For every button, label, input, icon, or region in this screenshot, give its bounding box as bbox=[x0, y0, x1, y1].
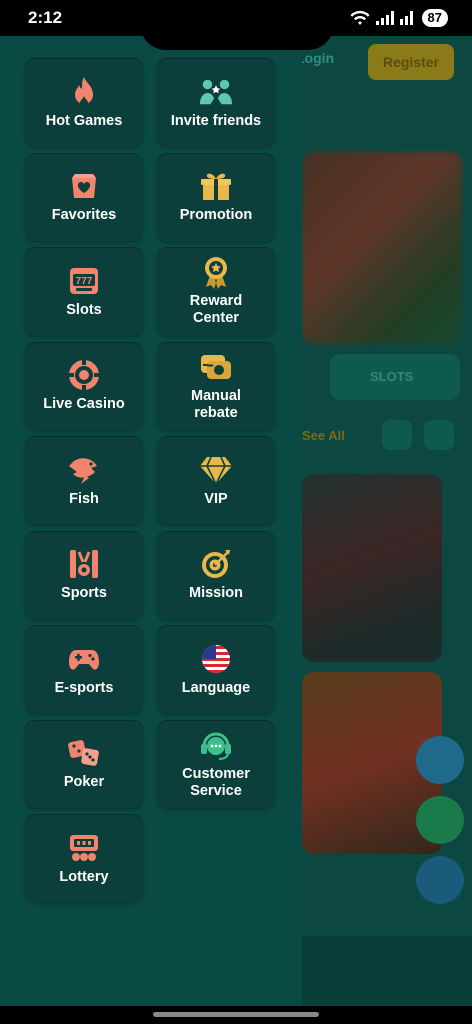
menu-fish[interactable]: Fish bbox=[25, 436, 143, 524]
lottery-icon bbox=[67, 831, 101, 865]
status-icons: 87 bbox=[350, 9, 448, 27]
menu-label: VIP bbox=[204, 490, 228, 507]
battery-badge: 87 bbox=[421, 9, 448, 27]
menu-vip[interactable]: VIP bbox=[157, 436, 275, 524]
shark-icon bbox=[67, 453, 101, 487]
wifi-icon bbox=[350, 10, 370, 25]
home-indicator[interactable] bbox=[153, 1012, 319, 1017]
menu-sports[interactable]: Sports bbox=[25, 530, 143, 619]
menu-customer-service[interactable]: Customer Service bbox=[157, 719, 275, 808]
menu-mission[interactable]: Mission bbox=[157, 530, 275, 619]
casino-chip-icon bbox=[67, 358, 101, 392]
invite-friends-icon bbox=[199, 75, 233, 109]
menu-label: Poker bbox=[63, 774, 105, 790]
whatsapp-button[interactable] bbox=[416, 796, 464, 844]
target-icon bbox=[199, 547, 233, 581]
heart-box-icon bbox=[67, 169, 101, 203]
menu-label: Slots bbox=[66, 301, 102, 318]
menu-e-sports[interactable]: E-sports bbox=[25, 625, 143, 713]
menu-label: Language bbox=[181, 679, 251, 696]
menu-reward-center[interactable]: Reward Center bbox=[157, 247, 275, 335]
menu-poker[interactable]: Poker bbox=[25, 719, 143, 808]
promo-banner[interactable] bbox=[302, 152, 462, 344]
flame-icon bbox=[67, 75, 101, 109]
menu-manual-rebate[interactable]: Manual rebate bbox=[157, 341, 275, 430]
signal-icon bbox=[375, 11, 394, 25]
support-avatar-button[interactable] bbox=[416, 856, 464, 904]
menu-label: Customer Service bbox=[182, 765, 250, 799]
prev-arrow-button[interactable] bbox=[382, 420, 412, 450]
menu-label: Invite friends bbox=[170, 112, 262, 129]
menu-grid: Hot Games Invite friends Favorites Promo… bbox=[25, 58, 275, 902]
menu-label: E-sports bbox=[54, 679, 114, 696]
menu-invite-friends[interactable]: Invite friends bbox=[157, 58, 275, 146]
menu-lottery[interactable]: Lottery bbox=[25, 814, 143, 902]
menu-label: Live Casino bbox=[43, 396, 125, 412]
next-arrow-button[interactable] bbox=[424, 420, 454, 450]
headset-icon bbox=[199, 728, 233, 762]
menu-label: Lottery bbox=[59, 868, 109, 885]
menu-label: Mission bbox=[189, 585, 243, 601]
menu-live-casino[interactable]: Live Casino bbox=[25, 341, 143, 430]
menu-label: Favorites bbox=[51, 207, 117, 223]
menu-slots[interactable]: 777 Slots bbox=[25, 247, 143, 335]
diamond-icon bbox=[199, 453, 233, 487]
gamepad-icon bbox=[67, 642, 101, 676]
menu-promotion[interactable]: Promotion bbox=[157, 152, 275, 241]
signal-icon-2 bbox=[399, 11, 413, 25]
camera-notch bbox=[140, 0, 334, 50]
menu-label: Promotion bbox=[179, 207, 253, 223]
menu-label: Fish bbox=[69, 490, 99, 507]
rebate-icon bbox=[199, 350, 233, 384]
menu-label: Hot Games bbox=[45, 112, 123, 129]
menu-favorites[interactable]: Favorites bbox=[25, 152, 143, 241]
menu-hot-games[interactable]: Hot Games bbox=[25, 58, 143, 146]
status-time: 2:12 bbox=[28, 8, 63, 27]
us-flag-icon bbox=[199, 642, 233, 676]
menu-language[interactable]: Language bbox=[157, 625, 275, 713]
bottom-nav bbox=[302, 936, 472, 1006]
sports-icon bbox=[67, 547, 101, 581]
svg-text:777: 777 bbox=[76, 276, 93, 287]
menu-label: Sports bbox=[61, 585, 107, 601]
gift-icon bbox=[199, 169, 233, 203]
slot-machine-icon: 777 bbox=[67, 264, 101, 298]
game-card[interactable] bbox=[302, 474, 442, 662]
dice-icon bbox=[67, 736, 101, 770]
register-button[interactable]: Register bbox=[368, 44, 454, 80]
menu-label: Manual rebate bbox=[191, 387, 241, 421]
tab-slots[interactable]: SLOTS bbox=[330, 354, 460, 400]
see-all-link[interactable]: See All bbox=[302, 428, 345, 443]
side-drawer: Hot Games Invite friends Favorites Promo… bbox=[0, 36, 302, 1006]
telegram-button[interactable] bbox=[416, 736, 464, 784]
medal-icon bbox=[199, 255, 233, 289]
menu-label: Reward Center bbox=[189, 293, 243, 326]
